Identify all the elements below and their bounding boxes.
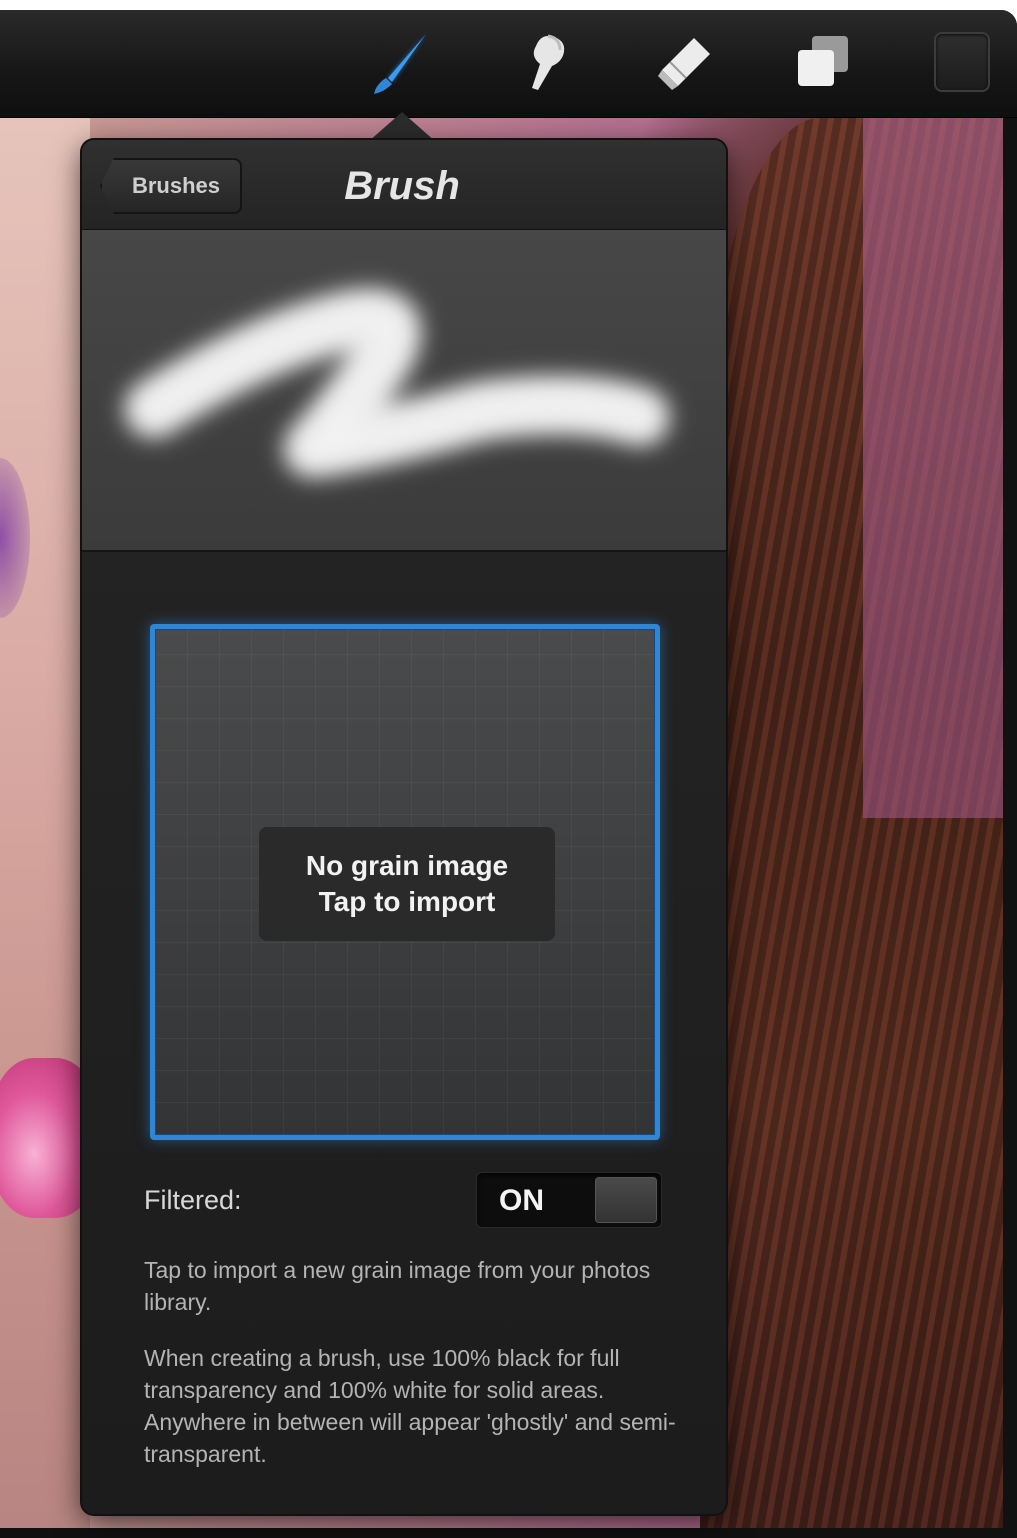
grain-message-line1: No grain image — [305, 850, 509, 881]
layers-tool-button[interactable] — [786, 28, 858, 100]
layers-icon — [798, 36, 848, 86]
brush-popover: Brushes Brush No grain image Tap to impo… — [82, 140, 726, 1514]
stroke-preview-image — [124, 289, 670, 478]
filtered-label: Filtered: — [144, 1185, 242, 1215]
help-text-transparency: When creating a brush, use 100% black fo… — [144, 1345, 676, 1467]
popover-header: Brushes Brush — [82, 140, 726, 230]
popover-arrow — [368, 112, 436, 142]
grain-import-area[interactable]: No grain image Tap to import — [150, 624, 660, 1140]
brush-icon — [374, 34, 426, 94]
filtered-toggle[interactable]: ON — [476, 1172, 662, 1228]
grain-message: No grain image Tap to import — [259, 827, 555, 941]
toolbar — [0, 10, 1017, 118]
brushes-back-button[interactable]: Brushes — [100, 158, 242, 214]
face-skin — [0, 118, 90, 1528]
brush-tool-button[interactable] — [364, 28, 436, 100]
smudge-tool-button[interactable] — [508, 28, 580, 100]
toggle-knob — [595, 1177, 657, 1223]
help-text-import: Tap to import a new grain image from you… — [144, 1257, 651, 1315]
color-swatch-button[interactable] — [934, 32, 990, 92]
pink-background — [863, 118, 1003, 818]
eraser-tool-button[interactable] — [648, 28, 720, 100]
filtered-toggle-state: ON — [499, 1184, 544, 1217]
smudge-icon — [532, 34, 565, 90]
eraser-icon — [658, 38, 710, 90]
device-frame: Brushes Brush No grain image Tap to impo… — [0, 10, 1017, 1538]
grain-message-line2: Tap to import — [318, 886, 496, 917]
popover-title: Brush — [344, 164, 460, 208]
stroke-preview — [82, 230, 726, 552]
